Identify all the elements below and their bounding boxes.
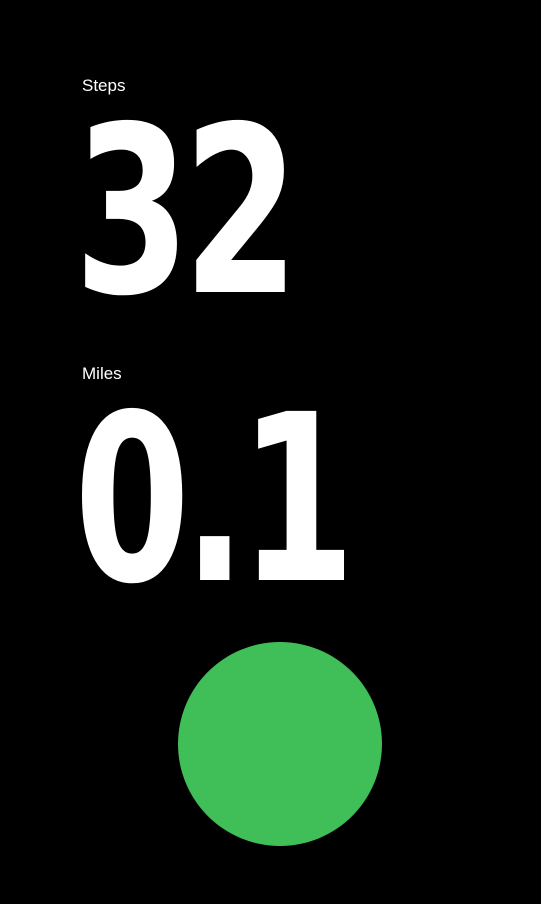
miles-value: 0.1 xyxy=(74,365,356,635)
pedometer-screen: Steps 32 Miles 0.1 xyxy=(0,0,541,904)
start-stop-button[interactable] xyxy=(178,642,382,846)
steps-value: 32 xyxy=(74,77,299,347)
